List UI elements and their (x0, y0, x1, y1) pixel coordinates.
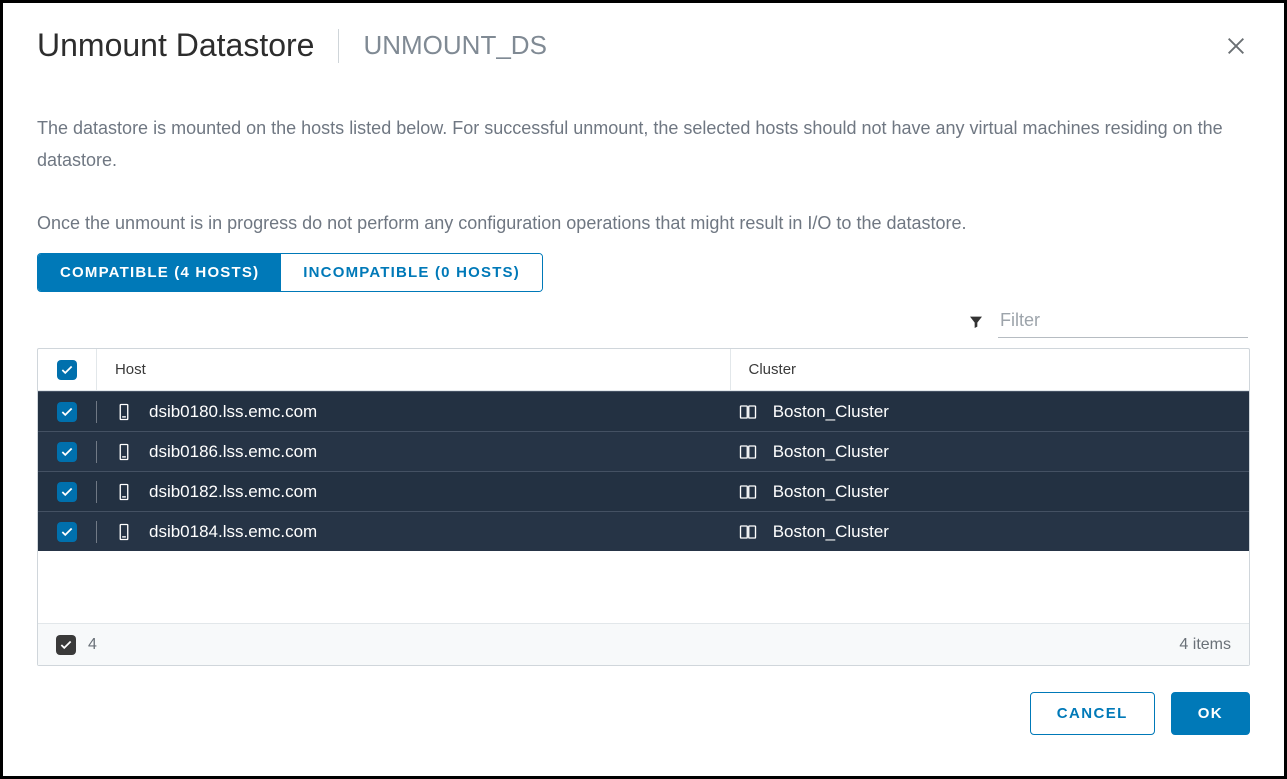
dialog-header: Unmount Datastore UNMOUNT_DS (37, 23, 1250, 64)
host-icon (115, 403, 133, 421)
row-checkbox[interactable] (57, 522, 77, 542)
host-icon (115, 483, 133, 501)
row-separator (96, 441, 97, 463)
select-all-checkbox[interactable] (57, 360, 77, 380)
host-cell: dsib0180.lss.emc.com (115, 402, 739, 422)
table-body: dsib0180.lss.emc.comBoston_Clusterdsib01… (38, 391, 1249, 551)
row-checkbox[interactable] (57, 402, 77, 422)
table-row[interactable]: dsib0184.lss.emc.com Boston_Cluster (38, 511, 1249, 551)
row-checkbox-cell (38, 442, 96, 462)
footer-selected-indicator[interactable] (56, 635, 76, 655)
row-checkbox[interactable] (57, 442, 77, 462)
host-icon (115, 443, 133, 461)
host-name: dsib0186.lss.emc.com (149, 442, 317, 462)
table-footer: 4 4 items (38, 623, 1249, 665)
check-icon (60, 445, 74, 459)
cluster-icon (739, 403, 757, 421)
check-icon (60, 405, 74, 419)
dialog-footer: CANCEL OK (37, 692, 1250, 735)
host-name: dsib0182.lss.emc.com (149, 482, 317, 502)
cluster-name: Boston_Cluster (773, 482, 889, 502)
row-separator (96, 401, 97, 423)
cluster-icon (739, 483, 757, 501)
cluster-name: Boston_Cluster (773, 442, 889, 462)
close-button[interactable] (1222, 32, 1250, 60)
host-icon (115, 523, 133, 541)
cluster-cell: Boston_Cluster (739, 442, 1249, 462)
header-separator (338, 29, 339, 63)
host-name: dsib0184.lss.emc.com (149, 522, 317, 542)
table-row[interactable]: dsib0186.lss.emc.com Boston_Cluster (38, 431, 1249, 471)
row-checkbox-cell (38, 482, 96, 502)
column-header-host[interactable]: Host (97, 349, 731, 390)
ok-button[interactable]: OK (1171, 692, 1250, 735)
filter-input[interactable] (998, 306, 1248, 338)
check-icon (59, 638, 73, 652)
row-checkbox[interactable] (57, 482, 77, 502)
dialog-subtitle: UNMOUNT_DS (363, 30, 546, 61)
cluster-cell: Boston_Cluster (739, 482, 1249, 502)
description-primary: The datastore is mounted on the hosts li… (37, 112, 1250, 177)
cluster-icon (739, 523, 757, 541)
cluster-name: Boston_Cluster (773, 402, 889, 422)
filter-row (37, 306, 1250, 338)
table-spacer (38, 551, 1249, 623)
description-secondary: Once the unmount is in progress do not p… (37, 207, 1250, 239)
row-separator (96, 481, 97, 503)
table-row[interactable]: dsib0180.lss.emc.com Boston_Cluster (38, 391, 1249, 431)
host-name: dsib0180.lss.emc.com (149, 402, 317, 422)
cluster-icon (739, 443, 757, 461)
host-cell: dsib0184.lss.emc.com (115, 522, 739, 542)
host-cell: dsib0182.lss.emc.com (115, 482, 739, 502)
host-filter-tabs: COMPATIBLE (4 HOSTS) INCOMPATIBLE (0 HOS… (37, 253, 543, 292)
items-count: 4 items (1179, 636, 1231, 654)
close-icon (1225, 35, 1247, 57)
header-checkbox-cell (38, 349, 97, 390)
row-checkbox-cell (38, 402, 96, 422)
check-icon (60, 485, 74, 499)
row-separator (96, 521, 97, 543)
dialog-title: Unmount Datastore (37, 27, 314, 64)
table-header-row: Host Cluster (38, 349, 1249, 391)
cluster-cell: Boston_Cluster (739, 522, 1249, 542)
unmount-datastore-dialog: Unmount Datastore UNMOUNT_DS The datasto… (0, 0, 1287, 779)
tab-compatible[interactable]: COMPATIBLE (4 HOSTS) (38, 254, 281, 291)
filter-icon[interactable] (968, 314, 984, 330)
hosts-table: Host Cluster dsib0180.lss.emc.com Boston_… (37, 348, 1250, 666)
cancel-button[interactable]: CANCEL (1030, 692, 1155, 735)
column-header-cluster[interactable]: Cluster (731, 349, 1249, 390)
selected-count: 4 (88, 636, 97, 654)
cluster-name: Boston_Cluster (773, 522, 889, 542)
check-icon (60, 363, 74, 377)
table-row[interactable]: dsib0182.lss.emc.com Boston_Cluster (38, 471, 1249, 511)
row-checkbox-cell (38, 522, 96, 542)
check-icon (60, 525, 74, 539)
cluster-cell: Boston_Cluster (739, 402, 1249, 422)
tab-incompatible[interactable]: INCOMPATIBLE (0 HOSTS) (281, 254, 542, 291)
host-cell: dsib0186.lss.emc.com (115, 442, 739, 462)
